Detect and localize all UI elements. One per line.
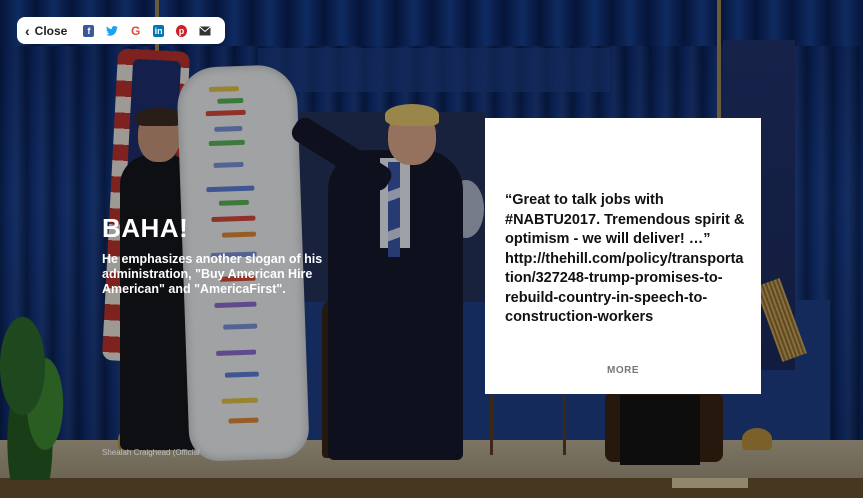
google-icon[interactable]: G xyxy=(130,24,141,38)
pinterest-icon[interactable]: p xyxy=(176,24,187,37)
facebook-icon[interactable]: f xyxy=(83,24,95,37)
linkedin-icon[interactable]: in xyxy=(153,24,165,37)
twitter-icon[interactable] xyxy=(106,25,119,37)
photo-credit: Shealah Craighead (Official xyxy=(102,448,200,457)
email-icon[interactable] xyxy=(199,25,211,37)
close-label: Close xyxy=(34,23,68,38)
slide-description: He emphasizes another slogan of his admi… xyxy=(102,252,323,296)
more-button[interactable]: MORE xyxy=(485,365,761,376)
quote-text: “Great to talk jobs with #NABTU2017. Tre… xyxy=(505,192,745,325)
share-toolbar: ‹ Close f G in p xyxy=(17,17,225,44)
chevron-left-icon: ‹ xyxy=(25,22,30,39)
close-button[interactable]: ‹ Close xyxy=(25,24,67,38)
quote-card: “Great to talk jobs with #NABTU2017. Tre… xyxy=(485,118,761,394)
slide-title: BAHA! xyxy=(102,213,189,243)
